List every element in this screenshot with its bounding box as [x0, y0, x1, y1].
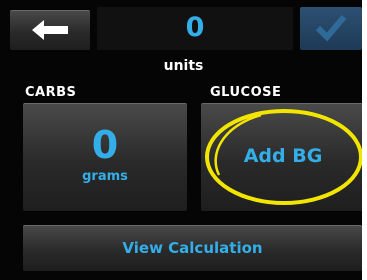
left-arrow-icon	[32, 20, 68, 40]
carbs-unit: grams	[82, 169, 128, 184]
add-bg-button[interactable]: Add BG	[201, 103, 365, 211]
back-button[interactable]	[10, 10, 90, 50]
view-calculation-label: View Calculation	[122, 239, 263, 257]
glucose-section-label: GLUCOSE	[210, 85, 282, 100]
checkmark-icon	[316, 15, 346, 42]
units-label: units	[163, 58, 204, 74]
bolus-screen: 0 units CARBS GLUCOSE 0 grams Add BG Vie…	[0, 0, 367, 280]
carbs-section-label: CARBS	[25, 85, 77, 100]
page-margin	[362, 0, 367, 280]
confirm-button[interactable]	[300, 7, 362, 50]
view-calculation-button[interactable]: View Calculation	[23, 225, 362, 271]
carbs-value: 0	[91, 123, 119, 167]
add-bg-label: Add BG	[243, 145, 323, 167]
carbs-button[interactable]: 0 grams	[23, 103, 187, 211]
insulin-units-value: 0	[185, 12, 205, 43]
insulin-units-display[interactable]: 0	[97, 7, 293, 50]
